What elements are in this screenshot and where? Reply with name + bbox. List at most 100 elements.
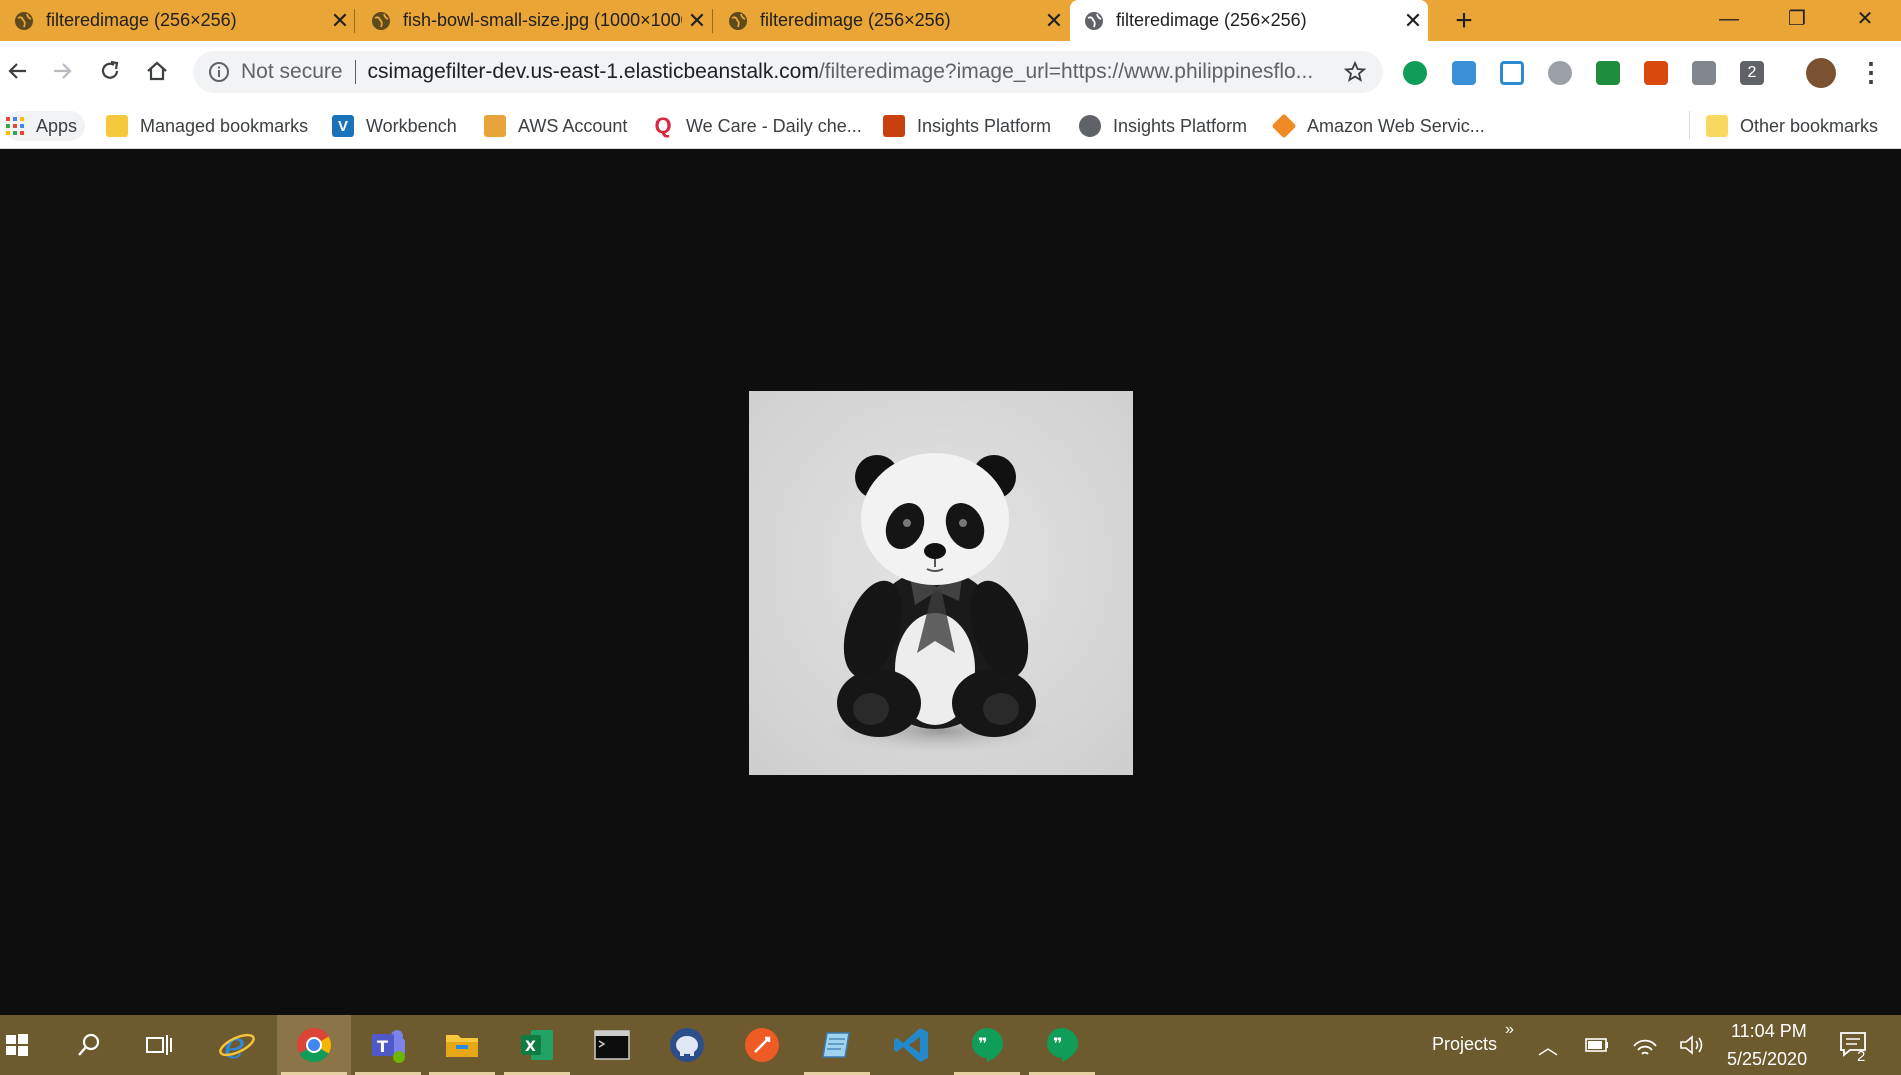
info-icon[interactable] [207,60,231,84]
tab-title: filteredimage (256×256) [46,10,237,30]
taskbar-hangouts-2[interactable]: ❞ [1025,1015,1099,1075]
windows-taskbar: e T X ❞ ❞ Projects » ︿ 11:04 PM 5/25/202… [0,1015,1901,1075]
security-label[interactable]: Not secure [241,60,343,84]
task-view-button[interactable] [126,1015,192,1075]
panda-image[interactable] [749,391,1133,775]
url-path: /filteredimage?image_url=https://www.phi… [818,60,1314,83]
notepad-icon [822,1032,850,1058]
bookmark-insights-1[interactable]: Insights Platform [883,111,1051,141]
taskbar-pgadmin[interactable] [650,1015,724,1075]
walkme-extension-icon[interactable] [1452,61,1476,85]
taskbar-vscode[interactable] [875,1015,949,1075]
tab-2[interactable]: fish-bowl-small-size.jpg (1000×1000) ✕ [357,0,712,41]
profile-avatar[interactable] [1806,58,1836,88]
taskbar-postman[interactable] [725,1015,799,1075]
tab-divider [712,9,713,33]
minimize-button[interactable]: — [1700,0,1758,41]
task-view-icon [146,1035,172,1055]
show-hidden-icons-icon[interactable]: ︿ [1538,1031,1558,1060]
arrow-right-icon [54,63,72,79]
globe-icon [15,11,33,30]
globe-icon [1085,11,1103,30]
taskbar-file-explorer[interactable] [425,1015,499,1075]
sheets-extension-icon[interactable] [1596,61,1620,85]
start-button[interactable] [0,1015,34,1075]
circle-extension-icon[interactable] [1548,61,1572,85]
svg-text:T: T [377,1037,388,1056]
globe-icon [1079,115,1101,137]
close-icon[interactable]: ✕ [325,8,355,34]
insights-extension-icon[interactable] [1644,61,1668,85]
toolbar-expand-icon[interactable]: » [1505,1021,1514,1039]
taskbar-excel[interactable]: X [500,1015,574,1075]
search-icon [78,1033,100,1056]
tab-1[interactable]: filteredimage (256×256) ✕ [0,0,355,41]
pgadmin-icon [670,1028,704,1062]
bookmark-apps[interactable]: Apps [4,111,86,141]
address-bar[interactable]: Not secure csimagefilter-dev.us-east-1.e… [193,51,1383,93]
close-icon[interactable]: ✕ [1398,8,1428,34]
hangouts-icon: ❞ [972,1028,1003,1062]
taskbar-teams[interactable]: T [351,1015,425,1075]
volume-icon[interactable] [1679,1034,1705,1056]
browser-toolbar: Not secure csimagefilter-dev.us-east-1.e… [0,41,1901,103]
bookmark-insights-2[interactable]: Insights Platform [1079,111,1247,141]
close-icon[interactable]: ✕ [682,8,712,34]
address-divider [354,60,356,84]
tab-3[interactable]: filteredimage (256×256) ✕ [714,0,1069,41]
svg-text:X: X [525,1039,536,1055]
search-button[interactable] [52,1015,126,1075]
workbench-v-icon: V [332,115,354,137]
new-tab-button[interactable]: + [1447,4,1481,38]
clock-time[interactable]: 11:04 PM [1731,1021,1807,1042]
chrome-icon [297,1028,331,1062]
gray-extension-icon[interactable] [1692,61,1716,85]
bookmark-label: Insights Platform [917,115,1052,136]
clock-date[interactable]: 5/25/2020 [1727,1049,1807,1070]
tab-4-active[interactable]: filteredimage (256×256) ✕ [1070,0,1428,41]
apps-grid-icon [4,115,26,137]
hangouts-icon: ❞ [1047,1028,1078,1062]
taskbar-hangouts-1[interactable]: ❞ [950,1015,1024,1075]
globe-icon [729,11,747,30]
notification-count-badge: 2 [1857,1048,1866,1065]
close-icon[interactable]: ✕ [1039,8,1069,34]
snip-extension-icon[interactable] [1500,61,1524,85]
forward-button[interactable] [44,53,80,89]
bookmark-we-care[interactable]: Q We Care - Daily che... [652,111,861,141]
terminal-icon [594,1030,630,1060]
badge-extension-icon[interactable]: 2 [1740,61,1764,85]
aws-cube-icon [1271,113,1297,139]
tab-title: filteredimage (256×256) [1116,10,1307,30]
home-button[interactable] [139,53,175,89]
back-button[interactable] [0,53,36,89]
wifi-icon[interactable] [1632,1034,1658,1056]
star-icon[interactable] [1343,60,1367,84]
taskbar-terminal[interactable] [575,1015,649,1075]
tab-title: filteredimage (256×256) [760,10,951,30]
hangouts-extension-icon[interactable] [1403,61,1427,85]
taskbar-chrome[interactable] [277,1015,351,1075]
battery-icon[interactable] [1585,1038,1609,1052]
restore-button[interactable]: ❐ [1768,0,1826,41]
bookmark-managed[interactable]: Managed bookmarks [106,111,308,141]
reload-button[interactable] [92,53,128,89]
bookmark-label: AWS Account [518,115,628,136]
menu-icon[interactable]: ⋮ [1858,58,1884,88]
bookmark-workbench[interactable]: V Workbench [332,111,457,141]
url-text[interactable]: csimagefilter-dev.us-east-1.elasticbeans… [368,60,1328,84]
taskbar-internet-explorer[interactable]: e [200,1015,274,1075]
taskbar-notepad[interactable] [800,1015,874,1075]
bookmark-label: Insights Platform [1113,115,1248,136]
arrow-left-icon [8,63,26,79]
windows-start-icon [6,1034,28,1056]
excel-icon: X [521,1030,553,1060]
bookmark-aws-account[interactable]: AWS Account [484,111,627,141]
tab-title: fish-bowl-small-size.jpg (1000×1000) [403,10,682,30]
bookmarks-divider [1689,111,1690,139]
close-window-button[interactable]: ✕ [1836,0,1894,41]
projects-toolbar-label[interactable]: Projects [1432,1034,1497,1055]
bookmark-other[interactable]: Other bookmarks [1706,111,1878,141]
bookmark-amazon-web-services[interactable]: Amazon Web Servic... [1271,111,1485,141]
page-content [0,149,1901,1015]
